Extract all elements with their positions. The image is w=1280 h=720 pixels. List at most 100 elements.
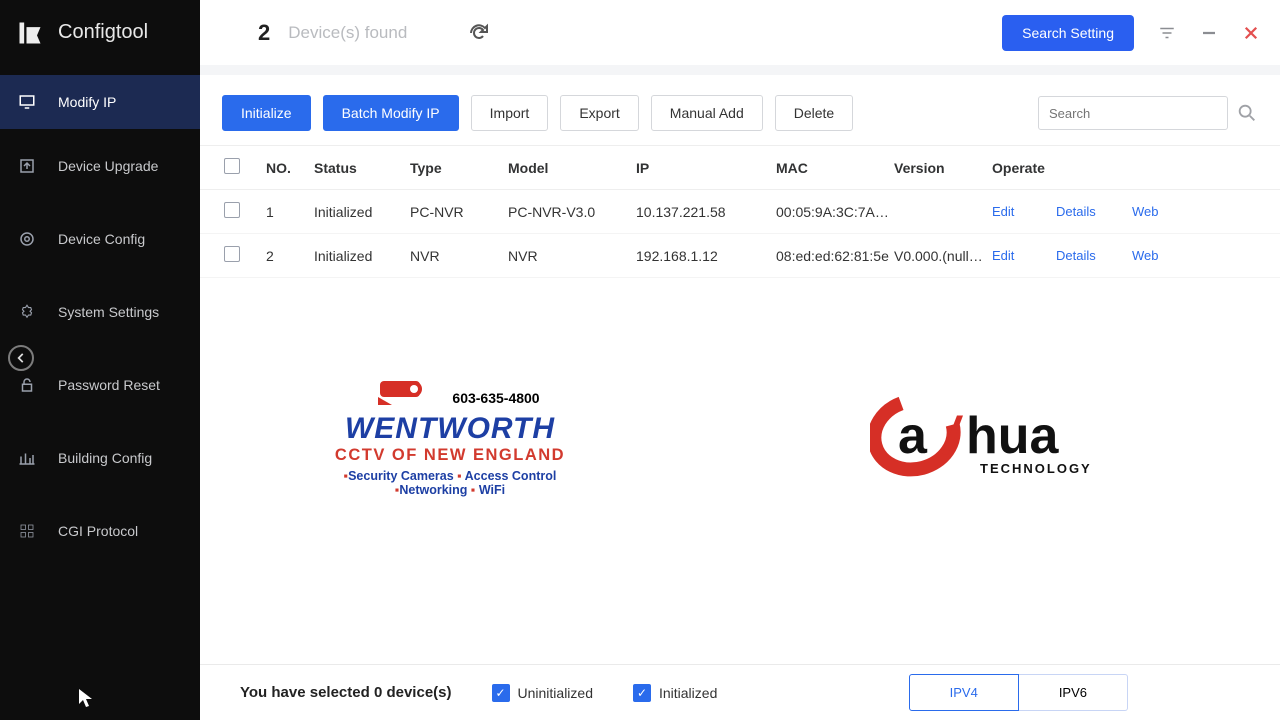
svg-text:a: a	[898, 407, 928, 465]
selected-count: You have selected 0 device(s)	[240, 684, 452, 701]
cell-mac: 08:ed:ed:62:81:5e	[776, 248, 894, 264]
checkbox-checked-icon: ✓	[633, 684, 651, 702]
upgrade-icon	[18, 157, 36, 175]
svg-text:hua: hua	[966, 407, 1060, 465]
topbar: 2 Device(s) found Search Setting	[200, 0, 1280, 65]
svg-text:/: /	[942, 407, 964, 465]
col-no: NO.	[266, 160, 314, 176]
wentworth-logo: 603-635-4800 WENTWORTH CCTV OF NEW ENGLA…	[310, 375, 590, 497]
export-button[interactable]: Export	[560, 95, 638, 131]
col-version: Version	[894, 160, 992, 176]
sidebar-item-building-config[interactable]: Building Config	[0, 421, 200, 494]
sidebar-item-label: Modify IP	[58, 94, 116, 110]
initialized-filter[interactable]: ✓ Initialized	[633, 684, 717, 702]
sidebar-item-label: Device Config	[58, 231, 145, 247]
content-panel: Initialize Batch Modify IP Import Export…	[200, 75, 1280, 720]
grid-icon	[18, 522, 36, 540]
camera-icon	[374, 375, 438, 409]
cell-no: 2	[266, 248, 314, 264]
collapse-sidebar-button[interactable]	[8, 345, 34, 371]
window-controls	[1158, 24, 1260, 42]
col-mac: MAC	[776, 160, 894, 176]
refresh-icon	[467, 21, 491, 45]
cell-type: NVR	[410, 248, 508, 264]
wentworth-name: WENTWORTH	[310, 415, 590, 444]
watermark-logos: 603-635-4800 WENTWORTH CCTV OF NEW ENGLA…	[200, 375, 1280, 497]
table-row: 1 Initialized PC-NVR PC-NVR-V3.0 10.137.…	[200, 190, 1280, 234]
cell-status: Initialized	[314, 248, 410, 264]
checkbox-checked-icon: ✓	[492, 684, 510, 702]
dahua-logo: a / hua TECHNOLOGY	[870, 395, 1150, 497]
wentworth-phone: 603-635-4800	[452, 390, 539, 406]
web-link[interactable]: Web	[1132, 248, 1188, 263]
initialize-button[interactable]: Initialize	[222, 95, 311, 131]
edit-link[interactable]: Edit	[992, 204, 1056, 219]
cell-model: NVR	[508, 248, 636, 264]
details-link[interactable]: Details	[1056, 204, 1132, 219]
building-icon	[18, 449, 36, 467]
refresh-button[interactable]	[467, 21, 491, 45]
col-status: Status	[314, 160, 410, 176]
sidebar-item-device-config[interactable]: Device Config	[0, 202, 200, 275]
col-ip: IP	[636, 160, 776, 176]
search-icon	[1236, 102, 1258, 124]
cell-status: Initialized	[314, 204, 410, 220]
sidebar: Configtool Modify IP Device Upgrade Devi…	[0, 0, 200, 720]
cell-mac: 00:05:9A:3C:7A…	[776, 204, 894, 220]
initialized-label: Initialized	[659, 685, 717, 701]
search-button[interactable]	[1236, 102, 1258, 124]
cursor-icon	[78, 688, 94, 708]
sidebar-item-device-upgrade[interactable]: Device Upgrade	[0, 129, 200, 202]
minimize-button[interactable]	[1200, 24, 1218, 42]
import-button[interactable]: Import	[471, 95, 549, 131]
app-logo: Configtool	[0, 0, 200, 65]
wentworth-tags: ▪Security Cameras ▪ Access Control ▪Netw…	[310, 469, 590, 497]
main: 2 Device(s) found Search Setting Initial…	[200, 0, 1280, 720]
app-title: Configtool	[58, 21, 148, 44]
search-input[interactable]	[1038, 96, 1228, 130]
chevron-left-icon	[14, 351, 28, 365]
cell-ip: 10.137.221.58	[636, 204, 776, 220]
sidebar-item-label: CGI Protocol	[58, 523, 138, 539]
search-wrap	[1038, 96, 1258, 130]
uninitialized-label: Uninitialized	[518, 685, 593, 701]
filter-icon[interactable]	[1158, 24, 1176, 42]
ip-version-segment: IPV4 IPV6	[909, 674, 1128, 711]
sidebar-item-system-settings[interactable]: System Settings	[0, 275, 200, 348]
manual-add-button[interactable]: Manual Add	[651, 95, 763, 131]
table-header: NO. Status Type Model IP MAC Version Ope…	[200, 145, 1280, 190]
cell-version: V0.000.(null…	[894, 248, 992, 264]
cell-no: 1	[266, 204, 314, 220]
ipv6-button[interactable]: IPV6	[1019, 674, 1128, 711]
sidebar-item-label: Password Reset	[58, 377, 160, 393]
web-link[interactable]: Web	[1132, 204, 1188, 219]
device-found-label: Device(s) found	[288, 23, 407, 43]
sidebar-item-modify-ip[interactable]: Modify IP	[0, 75, 200, 129]
row-checkbox[interactable]	[224, 202, 240, 218]
toolbar: Initialize Batch Modify IP Import Export…	[200, 75, 1280, 145]
row-checkbox[interactable]	[224, 246, 240, 262]
uninitialized-filter[interactable]: ✓ Uninitialized	[492, 684, 593, 702]
cell-ip: 192.168.1.12	[636, 248, 776, 264]
sidebar-item-label: System Settings	[58, 304, 159, 320]
lock-icon	[18, 376, 36, 394]
svg-text:TECHNOLOGY: TECHNOLOGY	[980, 461, 1092, 476]
device-table: NO. Status Type Model IP MAC Version Ope…	[200, 145, 1280, 278]
table-row: 2 Initialized NVR NVR 192.168.1.12 08:ed…	[200, 234, 1280, 278]
close-button[interactable]	[1242, 24, 1260, 42]
select-all-checkbox[interactable]	[224, 158, 240, 174]
cell-type: PC-NVR	[410, 204, 508, 220]
ipv4-button[interactable]: IPV4	[909, 674, 1019, 711]
brand-icon	[16, 19, 44, 47]
sidebar-item-cgi-protocol[interactable]: CGI Protocol	[0, 494, 200, 567]
search-setting-button[interactable]: Search Setting	[1002, 15, 1134, 51]
gear-icon	[18, 303, 36, 321]
delete-button[interactable]: Delete	[775, 95, 853, 131]
cell-model: PC-NVR-V3.0	[508, 204, 636, 220]
target-icon	[18, 230, 36, 248]
details-link[interactable]: Details	[1056, 248, 1132, 263]
edit-link[interactable]: Edit	[992, 248, 1056, 263]
col-model: Model	[508, 160, 636, 176]
footer-bar: You have selected 0 device(s) ✓ Uninitia…	[200, 664, 1280, 720]
batch-modify-ip-button[interactable]: Batch Modify IP	[323, 95, 459, 131]
